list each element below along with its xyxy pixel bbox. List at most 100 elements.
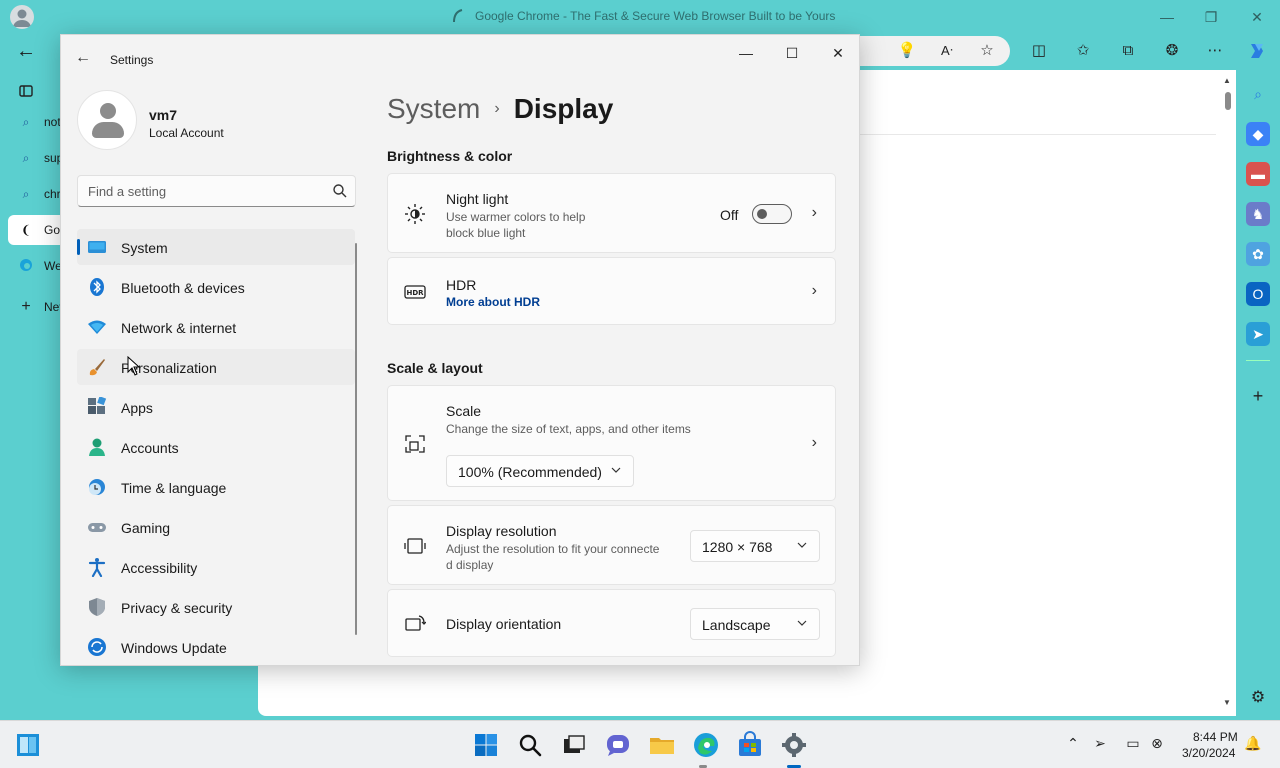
update-icon [88,638,106,656]
nav-label: Windows Update [121,640,227,656]
location-icon[interactable]: ➢ [1090,735,1110,755]
drop-icon[interactable]: ➤ [1246,322,1270,346]
settings-search-box[interactable] [77,175,356,207]
task-view-icon[interactable] [560,731,588,759]
nav-item-personalization[interactable]: Personalization [77,349,355,385]
chevron-right-icon[interactable]: › [812,282,817,300]
network-tray-icon[interactable]: ⊗ [1147,735,1167,755]
vertical-tab[interactable]: ⌕ sup [8,143,68,173]
settings-search-input[interactable] [78,176,328,206]
microsoft365-icon[interactable]: ✿ [1246,242,1270,266]
store-icon[interactable] [736,731,764,759]
orientation-title: Display orientation [446,616,562,632]
nav-item-accessibility[interactable]: Accessibility [77,549,355,585]
settings-app-icon[interactable] [780,731,808,759]
vertical-tab[interactable]: ⌕ not [8,107,68,137]
chevron-right-icon[interactable]: › [812,204,817,222]
scale-card[interactable]: Scale Change the size of text, apps, and… [387,385,836,501]
hdr-card[interactable]: HDR HDR More about HDR › [387,257,836,325]
nav-item-accounts[interactable]: Accounts [77,429,355,465]
night-light-card[interactable]: Night light Use warmer colors to help bl… [387,173,836,253]
favorite-star-icon[interactable]: ☆ [976,40,998,62]
user-account-type: Local Account [149,126,224,140]
scale-dropdown[interactable]: 100% (Recommended) [446,455,634,487]
nav-item-windows-update[interactable]: Windows Update [77,629,355,665]
vertical-tab-active[interactable]: ❨ Goo [8,215,68,245]
scroll-thumb[interactable] [1225,92,1231,110]
nav-item-privacy-security[interactable]: Privacy & security [77,589,355,625]
display-orientation-card[interactable]: Display orientation Landscape [387,589,836,657]
settings-app-title: Settings [110,53,154,67]
user-avatar[interactable] [77,90,137,150]
file-explorer-icon[interactable] [648,731,676,759]
more-about-hdr-link[interactable]: More about HDR [446,295,540,309]
orientation-icon [405,615,426,631]
scale-subtitle: Change the size of text, apps, and other… [446,422,691,436]
outlook-icon[interactable]: O [1246,282,1270,306]
vertical-tab[interactable]: ⌕ chr [8,179,68,209]
orientation-dropdown[interactable]: Landscape [690,608,820,640]
nav-scrollbar[interactable] [355,243,357,635]
favorites-icon[interactable]: ✩ [1072,40,1094,62]
night-light-toggle[interactable] [752,204,792,224]
display-tray-icon[interactable]: ▭ [1123,735,1143,755]
teams-chat-icon[interactable] [604,731,632,759]
new-tab-button[interactable]: + Nev [8,292,68,322]
collections-icon[interactable]: ⧉ [1117,40,1139,62]
taskbar-search-icon[interactable] [516,731,544,759]
widgets-icon[interactable] [14,731,42,759]
browser-close-button[interactable]: ✕ [1246,6,1268,28]
browser-back-button[interactable]: ← [16,40,36,63]
browser-minimize-button[interactable]: — [1156,6,1178,28]
add-sidebar-app-icon[interactable]: + [1246,384,1270,408]
taskbar-clock-date[interactable]: 3/20/2024 [1182,746,1235,760]
search-icon[interactable] [332,183,348,199]
scroll-down-icon[interactable]: ▼ [1223,698,1231,707]
search-icon[interactable]: ⌕ [1246,82,1270,106]
copilot-icon[interactable] [1246,40,1268,62]
more-menu-icon[interactable]: ⋯ [1204,40,1226,62]
tab-actions-icon[interactable] [8,76,48,106]
chrome-icon: ❨ [20,223,32,237]
start-icon[interactable] [472,731,500,759]
show-hidden-icons-icon[interactable]: ⌃ [1063,735,1083,755]
profile-avatar[interactable] [10,5,34,29]
page-divider [860,134,1216,135]
resolution-title: Display resolution [446,523,557,539]
settings-back-button[interactable]: ← [75,49,91,67]
nav-item-network[interactable]: Network & internet [77,309,355,345]
split-screen-icon[interactable]: ◫ [1028,40,1050,62]
nav-item-apps[interactable]: Apps [77,389,355,425]
nav-item-bluetooth[interactable]: Bluetooth & devices [77,269,355,305]
read-aloud-icon[interactable]: Aᐧ [936,40,958,62]
nav-label: Network & internet [121,320,237,336]
mouse-cursor-icon [127,356,141,376]
nav-label: Time & language [121,480,227,496]
shopping-icon[interactable]: ◆ [1246,122,1270,146]
browser-restore-button[interactable]: ❐ [1200,6,1222,28]
hdr-icon: HDR [404,285,426,299]
chevron-right-icon[interactable]: › [812,434,817,452]
notifications-icon[interactable]: 🔔 [1243,735,1263,755]
search-icon: ⌕ [22,186,30,201]
edge-browser-icon[interactable] [692,731,720,759]
games-icon[interactable]: ♞ [1246,202,1270,226]
page-title: Display [513,93,614,124]
resolution-dropdown[interactable]: 1280 × 768 [690,530,820,562]
display-resolution-card[interactable]: Display resolution Adjust the resolution… [387,505,836,585]
lightbulb-icon[interactable]: 💡 [896,40,918,62]
taskbar-clock-time[interactable]: 8:44 PM [1193,730,1238,744]
time-icon [89,479,105,495]
page-scrollbar[interactable]: ▲ ▼ [1222,72,1234,714]
apps-icon [88,397,107,414]
scroll-up-icon[interactable]: ▲ [1223,76,1231,85]
extensions-icon[interactable]: ❂ [1161,40,1183,62]
nav-item-system[interactable]: System [77,229,355,265]
tab-label: chr [44,187,61,201]
nav-item-gaming[interactable]: Gaming [77,509,355,545]
tools-icon[interactable]: ▬ [1246,162,1270,186]
vertical-tab[interactable]: We [8,251,68,281]
nav-item-time-language[interactable]: Time & language [77,469,355,505]
breadcrumb-parent[interactable]: System [387,93,480,125]
sidebar-settings-icon[interactable]: ⚙ [1246,686,1270,710]
